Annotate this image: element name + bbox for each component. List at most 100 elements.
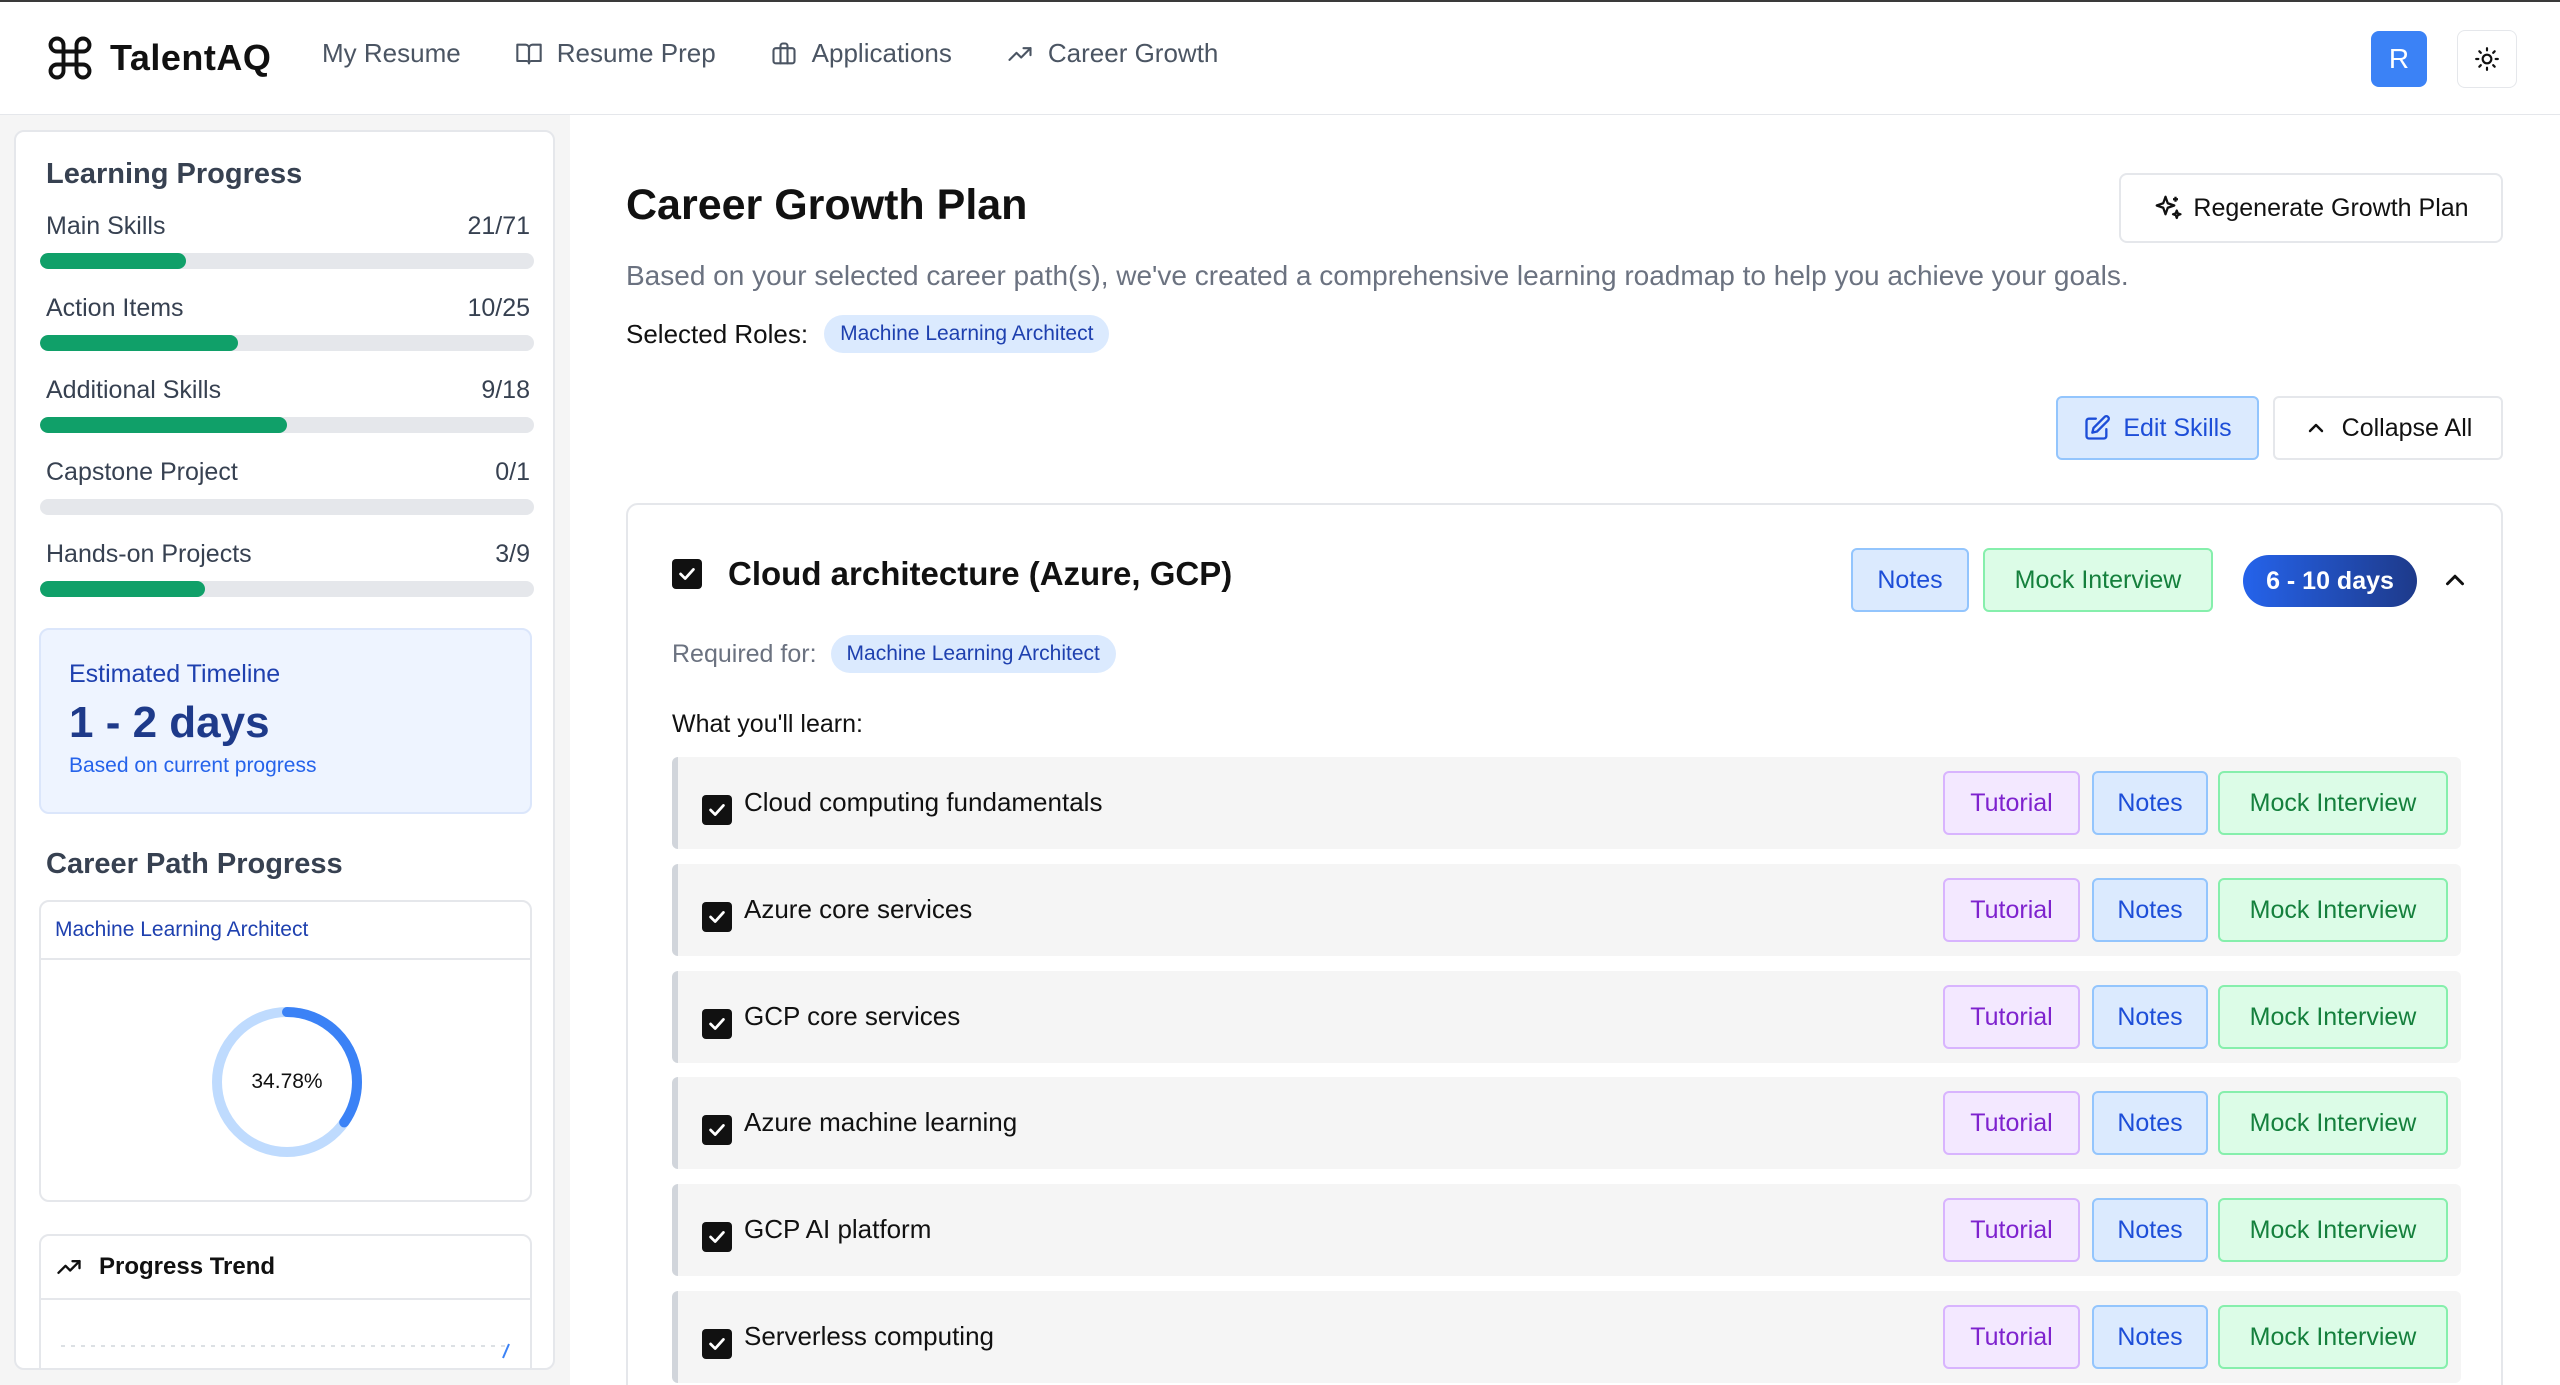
item-checkbox[interactable] (702, 795, 732, 825)
role-pill: Machine Learning Architect (830, 635, 1116, 673)
notes-button[interactable]: Notes (2092, 1198, 2208, 1262)
progress-bar-fill (40, 335, 238, 351)
skill-mock-interview-button[interactable]: Mock Interview (1983, 548, 2213, 612)
check-icon (709, 911, 725, 923)
edit-icon (2085, 415, 2111, 440)
required-for: Required for: Machine Learning Architect (672, 635, 1116, 673)
main-nav: My Resume Resume Prep Applications Caree… (322, 38, 1218, 69)
collapse-all-button[interactable]: Collapse All (2273, 396, 2503, 460)
tutorial-button[interactable]: Tutorial (1943, 878, 2080, 942)
mock-interview-button[interactable]: Mock Interview (2218, 1198, 2448, 1262)
progress-bar (40, 581, 534, 597)
item-checkbox[interactable] (702, 1329, 732, 1359)
regenerate-plan-button[interactable]: Regenerate Growth Plan (2119, 173, 2503, 243)
progress-bar-fill (40, 417, 287, 433)
check-icon (709, 1018, 725, 1030)
logo[interactable]: TalentAQ (44, 32, 271, 84)
nav-career-growth[interactable]: Career Growth (1006, 38, 1219, 69)
mock-interview-button[interactable]: Mock Interview (2218, 1091, 2448, 1155)
notes-button[interactable]: Notes (2092, 985, 2208, 1049)
chevron-up-icon (2308, 423, 2323, 433)
progress-bar-fill (40, 581, 205, 597)
notes-button[interactable]: Notes (2092, 771, 2208, 835)
tutorial-button[interactable]: Tutorial (1943, 771, 2080, 835)
chevron-up-icon[interactable] (2440, 565, 2470, 595)
learning-item: Serverless computing Tutorial Notes Mock… (672, 1291, 2461, 1383)
regenerate-label: Regenerate Growth Plan (2193, 193, 2469, 222)
nav-label: My Resume (322, 38, 461, 68)
collapse-all-label: Collapse All (2341, 413, 2473, 442)
top-navbar: TalentAQ My Resume Resume Prep Applicati… (0, 0, 2560, 115)
item-label: Cloud computing fundamentals (744, 787, 1103, 817)
career-path-role: Machine Learning Architect (41, 902, 530, 960)
tutorial-button[interactable]: Tutorial (1943, 1198, 2080, 1262)
item-checkbox[interactable] (702, 1115, 732, 1145)
tutorial-button[interactable]: Tutorial (1943, 985, 2080, 1049)
learning-progress-title: Learning Progress (46, 158, 303, 190)
skill-notes-button[interactable]: Notes (1851, 548, 1969, 612)
progress-count: 3/9 (495, 540, 530, 568)
skill-header: Cloud architecture (Azure, GCP) (672, 555, 1232, 593)
progress-bar (40, 253, 534, 269)
theme-toggle-button[interactable] (2457, 30, 2517, 88)
notes-button[interactable]: Notes (2092, 1091, 2208, 1155)
progress-bar (40, 335, 534, 351)
edit-skills-label: Edit Skills (2123, 413, 2232, 442)
check-icon (709, 1338, 725, 1350)
trending-up-icon (57, 1260, 81, 1274)
mock-interview-button[interactable]: Mock Interview (2218, 985, 2448, 1049)
book-open-icon (515, 43, 542, 64)
user-avatar[interactable]: R (2371, 31, 2427, 87)
item-checkbox[interactable] (702, 1222, 732, 1252)
skill-checkbox[interactable] (672, 559, 702, 589)
progress-capstone-project: Capstone Project 0/1 (40, 458, 534, 515)
tutorial-button[interactable]: Tutorial (1943, 1305, 2080, 1369)
nav-resume-prep[interactable]: Resume Prep (515, 38, 716, 69)
learning-item: Azure machine learning Tutorial Notes Mo… (672, 1077, 2461, 1169)
progress-count: 10/25 (467, 294, 530, 322)
learning-item: Azure core services Tutorial Notes Mock … (672, 864, 2461, 956)
progress-label: Hands-on Projects (46, 540, 252, 568)
career-path-percent: 34.78% (251, 1070, 323, 1093)
check-icon (709, 1124, 725, 1136)
nav-my-resume[interactable]: My Resume (322, 38, 461, 69)
edit-skills-button[interactable]: Edit Skills (2056, 396, 2259, 460)
notes-button[interactable]: Notes (2092, 1305, 2208, 1369)
learning-item: Cloud computing fundamentals Tutorial No… (672, 757, 2461, 849)
page-subtitle: Based on your selected career path(s), w… (626, 260, 2129, 291)
main-content: Career Growth Plan Regenerate Growth Pla… (570, 115, 2560, 1385)
item-checkbox[interactable] (702, 1009, 732, 1039)
progress-label: Action Items (46, 294, 184, 322)
timeline-subtext: Based on current progress (69, 754, 317, 777)
command-logo-icon (48, 36, 92, 80)
skill-name: Cloud architecture (Azure, GCP) (728, 555, 1233, 592)
item-checkbox[interactable] (702, 902, 732, 932)
progress-trend-chart (61, 1343, 511, 1359)
nav-label: Applications (811, 38, 952, 68)
progress-trend-title: Progress Trend (99, 1253, 276, 1280)
progress-bar (40, 499, 534, 515)
estimated-timeline-card: Estimated Timeline 1 - 2 days Based on c… (39, 628, 532, 814)
timeline-label: Estimated Timeline (69, 660, 281, 688)
role-pill: Machine Learning Architect (824, 315, 1110, 353)
progress-label: Main Skills (46, 212, 166, 240)
progress-bar (40, 417, 534, 433)
mock-interview-button[interactable]: Mock Interview (2218, 878, 2448, 942)
item-label: GCP AI platform (744, 1214, 932, 1244)
progress-additional-skills: Additional Skills 9/18 (40, 376, 534, 433)
progress-hands-on-projects: Hands-on Projects 3/9 (40, 540, 534, 597)
what-youll-learn-label: What you'll learn: (672, 710, 863, 738)
nav-label: Career Growth (1047, 38, 1219, 68)
item-label: Serverless computing (744, 1321, 994, 1351)
progress-label: Additional Skills (46, 376, 222, 404)
progress-action-items: Action Items 10/25 (40, 294, 534, 351)
tutorial-button[interactable]: Tutorial (1943, 1091, 2080, 1155)
nav-applications[interactable]: Applications (770, 38, 952, 69)
learning-item: GCP core services Tutorial Notes Mock In… (672, 971, 2461, 1063)
check-icon (679, 568, 695, 580)
mock-interview-button[interactable]: Mock Interview (2218, 1305, 2448, 1369)
notes-button[interactable]: Notes (2092, 878, 2208, 942)
trending-up-icon (1008, 46, 1032, 61)
mock-interview-button[interactable]: Mock Interview (2218, 771, 2448, 835)
career-path-progress-title: Career Path Progress (46, 848, 343, 880)
